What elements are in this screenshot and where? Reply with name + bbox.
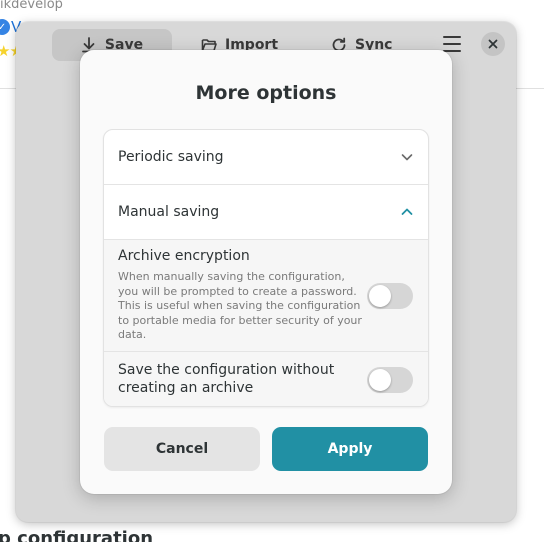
apply-button[interactable]: Apply: [272, 427, 428, 471]
chevron-up-icon: [401, 208, 413, 215]
section-heading: p configuration: [0, 528, 154, 542]
save-without-archive-title: Save the configuration without creating …: [118, 362, 335, 396]
author-name: ikdevelop: [0, 0, 63, 12]
close-icon: [488, 39, 498, 49]
dialog-title: More options: [195, 82, 337, 104]
archive-encryption-row: Archive encryption When manually saving …: [104, 240, 428, 352]
verified-icon: ✓: [0, 19, 10, 35]
options-card: Periodic saving Manual saving Archive en…: [103, 129, 429, 407]
archive-encryption-description: When manually saving the configuration, …: [118, 270, 362, 342]
archive-encryption-toggle[interactable]: [367, 283, 413, 309]
manual-saving-label: Manual saving: [118, 204, 220, 220]
manual-saving-options: Archive encryption When manually saving …: [104, 240, 428, 406]
manual-saving-row[interactable]: Manual saving: [104, 185, 428, 240]
cancel-button[interactable]: Cancel: [104, 427, 260, 471]
more-options-dialog: More options Periodic saving Manual savi…: [80, 50, 452, 494]
chevron-down-icon: [401, 154, 413, 161]
periodic-saving-label: Periodic saving: [118, 149, 224, 165]
archive-encryption-title: Archive encryption: [118, 248, 250, 264]
close-button[interactable]: [481, 32, 505, 56]
toggle-knob: [369, 285, 391, 307]
toggle-knob: [369, 369, 391, 391]
save-without-archive-row: Save the configuration without creating …: [104, 352, 428, 406]
periodic-saving-row[interactable]: Periodic saving: [104, 130, 428, 185]
save-without-archive-toggle[interactable]: [367, 367, 413, 393]
hamburger-menu-icon[interactable]: [443, 36, 461, 52]
